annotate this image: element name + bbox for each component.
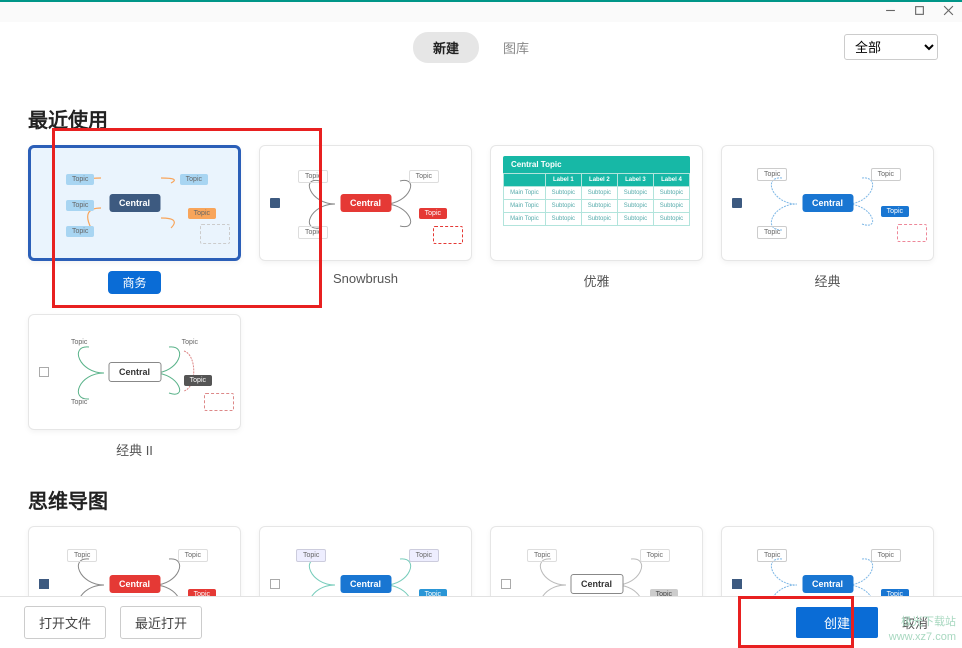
subtopic-box	[204, 393, 234, 411]
marker	[270, 198, 280, 208]
topic-node: Topic	[409, 549, 439, 562]
section-title-recent: 最近使用	[28, 104, 934, 133]
template-classic[interactable]: Central Topic Topic Topic Topic 经典	[721, 145, 934, 294]
content-area: 最近使用 Central Topic Topic Topic Topic Top…	[0, 78, 962, 608]
footer: 打开文件 最近打开 创建 取消	[0, 596, 962, 648]
central-node: Central	[802, 194, 853, 212]
header: 新建 图库 全部	[0, 22, 962, 78]
template-classic2[interactable]: Central Topic Topic Topic Topic 经典 II	[28, 314, 241, 459]
table-header: Central Topic	[503, 156, 690, 173]
central-node: Central	[108, 362, 161, 382]
subtopic-box	[897, 224, 927, 242]
template-label: 经典 II	[28, 440, 241, 459]
recent-grid: Central Topic Topic Topic Topic Topic 商务…	[28, 145, 934, 459]
topic-node: Topic	[757, 168, 787, 181]
open-file-button[interactable]: 打开文件	[24, 606, 106, 639]
template-business[interactable]: Central Topic Topic Topic Topic Topic 商务	[28, 145, 241, 294]
main-tabs: 新建 图库	[413, 32, 549, 63]
topic-node: Topic	[757, 549, 787, 562]
template-label: 商务	[28, 271, 241, 294]
topic-node: Topic	[527, 549, 557, 562]
central-node: Central	[109, 575, 160, 593]
minimize-icon[interactable]	[885, 3, 896, 21]
marker	[270, 579, 280, 589]
topic-node: Topic	[298, 170, 328, 183]
preview-table: Label 1 Label 2 Label 3 Label 4 Main Top…	[503, 173, 690, 226]
topic-node: Topic	[871, 549, 901, 562]
central-node: Central	[340, 194, 391, 212]
topic-node: Topic	[296, 549, 326, 562]
topic-node: Topic	[66, 226, 94, 237]
central-node: Central	[570, 574, 623, 594]
topic-node: Topic	[419, 208, 447, 219]
topic-node: Topic	[65, 397, 93, 408]
template-label: Snowbrush	[259, 271, 472, 286]
central-node: Central	[109, 194, 160, 212]
template-snowbrush[interactable]: Central Topic Topic Topic Topic Snowbrus…	[259, 145, 472, 294]
close-icon[interactable]	[943, 3, 954, 21]
cancel-button[interactable]: 取消	[892, 607, 938, 638]
topic-node: Topic	[757, 226, 787, 239]
subtopic-box	[200, 224, 230, 244]
topic-node: Topic	[298, 226, 328, 239]
topic-node: Topic	[180, 174, 208, 185]
marker	[39, 579, 49, 589]
topic-node: Topic	[881, 206, 909, 217]
topic-node: Topic	[66, 174, 94, 185]
marker	[732, 579, 742, 589]
tab-gallery[interactable]: 图库	[483, 32, 549, 63]
marker	[732, 198, 742, 208]
topic-node: Topic	[188, 208, 216, 219]
template-label: 优雅	[490, 271, 703, 290]
topic-node: Topic	[871, 168, 901, 181]
topic-node: Topic	[640, 549, 670, 562]
template-elegant[interactable]: Central Topic Label 1 Label 2 Label 3 La…	[490, 145, 703, 294]
central-node: Central	[340, 575, 391, 593]
maximize-icon[interactable]	[914, 3, 925, 21]
topic-node: Topic	[66, 200, 94, 211]
subtopic-box	[433, 226, 463, 244]
topic-node: Topic	[184, 375, 212, 386]
section-title-mindmap: 思维导图	[28, 485, 934, 514]
recent-open-button[interactable]: 最近打开	[120, 606, 202, 639]
marker	[39, 367, 49, 377]
topic-node: Topic	[176, 337, 204, 348]
topic-node: Topic	[65, 337, 93, 348]
topic-node: Topic	[67, 549, 97, 562]
template-label: 经典	[721, 271, 934, 290]
topic-node: Topic	[178, 549, 208, 562]
central-node: Central	[802, 575, 853, 593]
tab-new[interactable]: 新建	[413, 32, 479, 63]
create-button[interactable]: 创建	[796, 607, 878, 638]
filter-select[interactable]: 全部	[844, 34, 938, 60]
topic-node: Topic	[409, 170, 439, 183]
window-titlebar	[0, 0, 962, 22]
marker	[501, 579, 511, 589]
